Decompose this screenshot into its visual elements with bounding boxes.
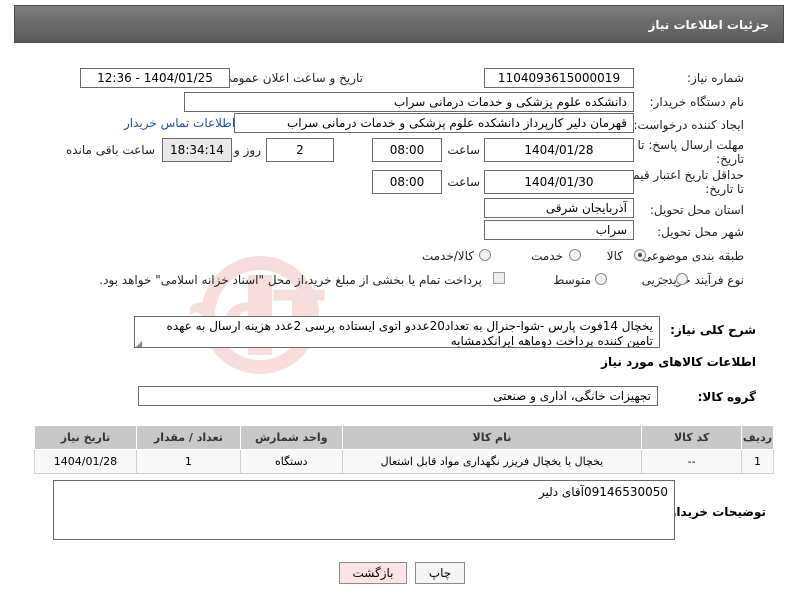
category-option-goods: کالا	[606, 249, 623, 263]
city-field: سراب	[484, 220, 634, 240]
days-count-field: 2	[266, 138, 334, 162]
price-time-field: 08:00	[372, 170, 442, 194]
buyer-contact-link[interactable]: اطلاعات تماس خریدار	[124, 116, 235, 130]
reply-deadline-label: مهلت ارسال پاسخ: تا	[637, 138, 744, 152]
col-qty: تعداد / مقدار	[135, 425, 241, 450]
process-label: نوع فرآیند خرید :	[659, 273, 744, 287]
price-validity-label: حداقل تاریخ اعتبار قیمت:	[617, 168, 744, 182]
cell-date: 1404/01/28	[34, 449, 137, 474]
category-radio-goods[interactable]	[634, 249, 646, 261]
buyer-org-field: دانشکده علوم پزشکی و خدمات درمانی سراب	[184, 92, 634, 112]
cell-name: یخچال یا یخچال فریزر نگهداری مواد قابل ا…	[341, 449, 643, 474]
description-label: شرح کلی نیاز:	[670, 323, 756, 337]
reply-deadline-label-date: تاریخ:	[716, 152, 744, 166]
cell-qty: 1	[135, 449, 241, 474]
price-time-label: ساعت	[447, 175, 480, 189]
buyer-notes-label: توضیحات خریدار:	[664, 505, 766, 519]
category-option-goods-service: کالا/خدمت	[421, 249, 474, 263]
buyer-notes-field[interactable]: 09146530050آقای دلیر	[53, 480, 675, 540]
process-option-medium: متوسط	[553, 273, 591, 287]
back-button[interactable]: بازگشت	[339, 562, 407, 584]
col-row: ردیف	[741, 425, 774, 450]
col-date: تاریخ نیاز	[34, 425, 137, 450]
goods-table: ردیف کد کالا نام کالا واحد شمارش تعداد /…	[34, 425, 774, 474]
price-date-field: 1404/01/30	[484, 170, 634, 194]
need-number-field: 1104093615000019	[484, 68, 634, 88]
category-radio-goods-service[interactable]	[479, 249, 491, 261]
category-label: طبقه بندی موضوعی:	[637, 249, 744, 263]
announce-field: 1404/01/25 - 12:36	[80, 68, 230, 88]
print-button[interactable]: چاپ	[415, 562, 465, 584]
reply-date-field: 1404/01/28	[484, 138, 634, 162]
need-number-label: شماره نیاز:	[687, 71, 744, 85]
process-option-minor: جزیی	[641, 273, 669, 287]
col-unit: واحد شمارش	[239, 425, 343, 450]
process-radio-minor[interactable]	[676, 273, 688, 285]
cell-unit: دستگاه	[239, 449, 343, 474]
category-radio-service[interactable]	[569, 249, 581, 261]
goods-info-title: اطلاعات کالاهای مورد نیاز	[601, 355, 756, 369]
province-field: آذربایجان شرقی	[484, 198, 634, 218]
goods-group-field: تجهیزات خانگی، اداری و صنعتی	[138, 386, 658, 406]
page-header: جزئیات اطلاعات نیاز	[14, 5, 784, 43]
reply-time-label: ساعت	[447, 143, 480, 157]
resize-grip-icon: ◢	[136, 339, 143, 348]
requester-field: قهرمان دلیر کارپرداز دانشکده علوم پزشکی …	[234, 113, 634, 133]
table-row: 1 -- یخچال یا یخچال فریزر نگهداری مواد ق…	[34, 449, 774, 474]
description-field[interactable]: یخچال 14فوت پارس -شوا-جنرال به تعداد20عد…	[134, 316, 660, 348]
goods-table-header: ردیف کد کالا نام کالا واحد شمارش تعداد /…	[34, 425, 774, 450]
remaining-time-field: 18:34:14	[162, 138, 232, 162]
category-option-service: خدمت	[531, 249, 563, 263]
col-name: نام کالا	[341, 425, 643, 450]
remaining-label: ساعت باقی مانده	[65, 143, 155, 157]
announce-label: تاریخ و ساعت اعلان عمومی:	[218, 71, 363, 85]
process-radio-medium[interactable]	[595, 273, 607, 285]
payment-note: پرداخت تمام یا بخشی از مبلغ خرید،از محل …	[99, 273, 482, 287]
page-title: جزئیات اطلاعات نیاز	[648, 18, 769, 32]
reply-time-field: 08:00	[372, 138, 442, 162]
city-label: شهر محل تحویل:	[657, 225, 744, 239]
goods-group-label: گروه کالا:	[697, 390, 756, 404]
price-validity-label-date: تا تاریخ:	[705, 182, 744, 196]
buyer-org-label: نام دستگاه خریدار:	[649, 95, 745, 109]
col-code: کد کالا	[641, 425, 743, 450]
payment-checkbox[interactable]	[493, 272, 505, 284]
requester-label: ایجاد کننده درخواست:	[633, 118, 744, 132]
cell-code: --	[641, 449, 743, 474]
cell-row: 1	[741, 449, 774, 474]
province-label: استان محل تحویل:	[649, 203, 744, 217]
days-label: روز و	[234, 143, 261, 157]
